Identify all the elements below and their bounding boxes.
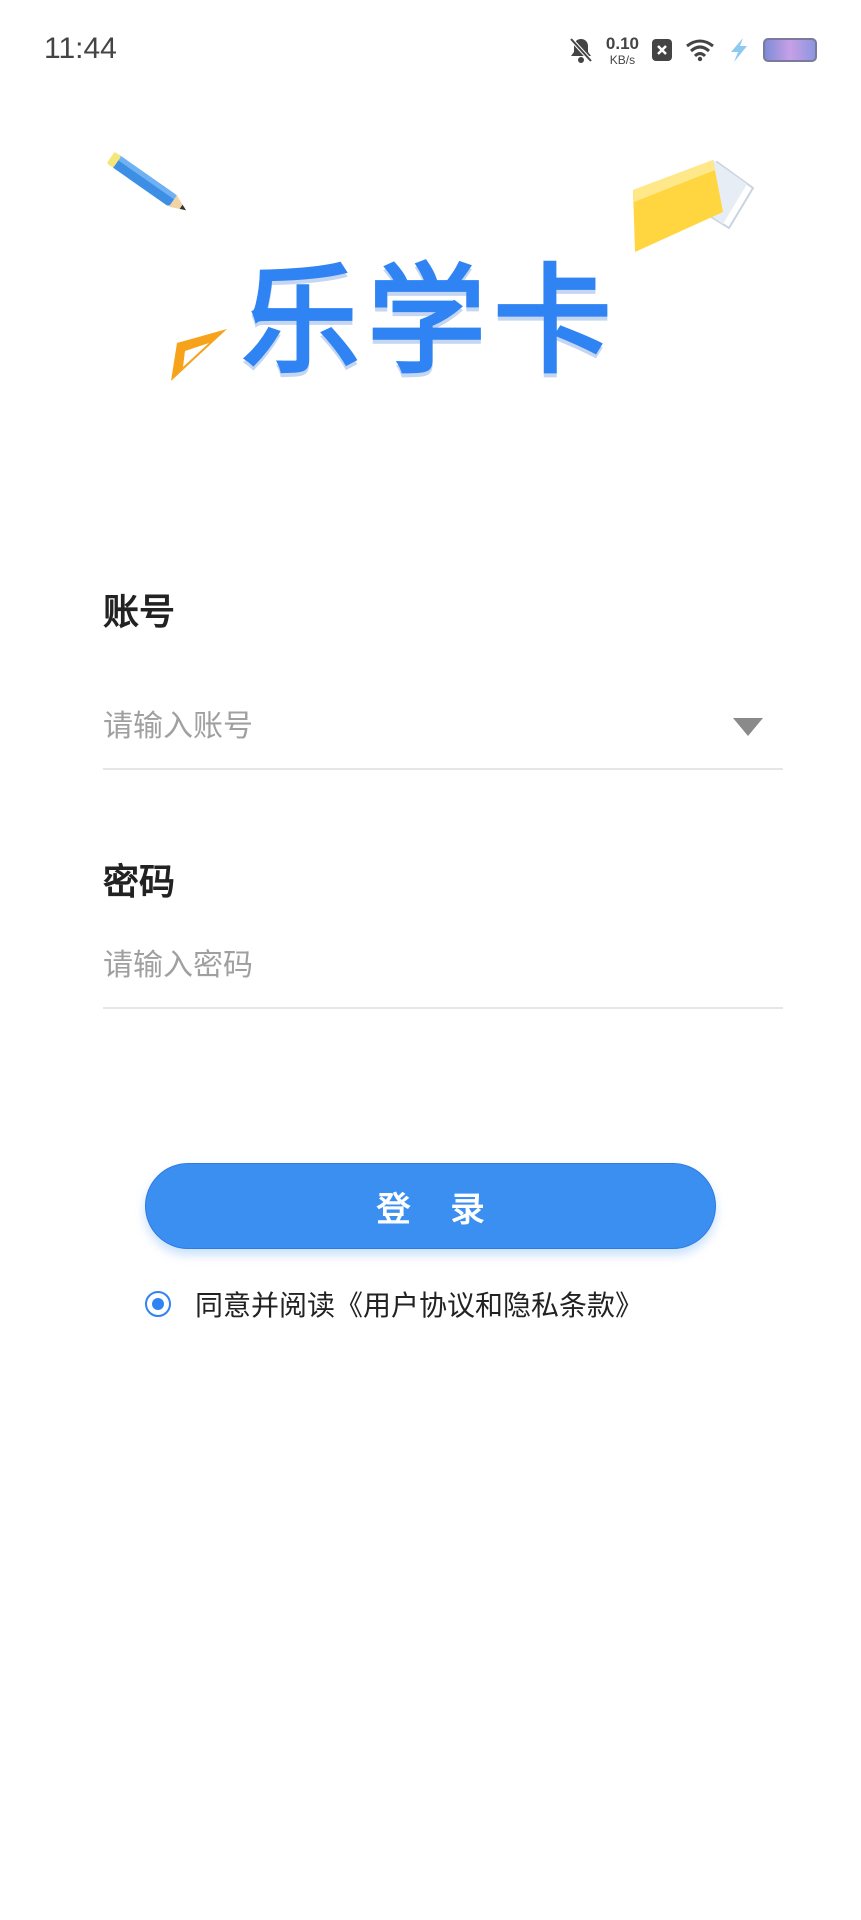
net-speed-value: 0.10 xyxy=(605,33,639,53)
password-label: 密码 xyxy=(103,862,176,903)
account-input[interactable] xyxy=(103,696,703,756)
wifi-icon xyxy=(686,39,714,62)
pencil-icon xyxy=(107,152,187,211)
account-label: 账号 xyxy=(103,592,176,633)
status-icons: 0.10 KB/s xyxy=(568,30,817,70)
net-speed: 0.10 KB/s xyxy=(606,35,639,66)
app-logo-title: 乐学卡 xyxy=(241,252,620,390)
status-time: 11:44 xyxy=(44,32,117,65)
mute-bell-icon xyxy=(569,37,593,63)
agreement-row: 同意并阅读 《用户协议和隐私条款》 xyxy=(145,1286,643,1322)
agreement-link[interactable]: 《用户协议和隐私条款》 xyxy=(335,1284,643,1324)
login-button[interactable]: 登录 xyxy=(145,1163,716,1249)
battery-icon xyxy=(763,38,817,62)
password-field-row xyxy=(103,927,783,1009)
radio-selected-dot xyxy=(152,1298,164,1310)
dropdown-arrow-icon[interactable] xyxy=(731,714,765,740)
agreement-radio[interactable] xyxy=(145,1291,171,1317)
status-bar: 11:44 0.10 KB/s xyxy=(0,0,861,100)
account-field-row xyxy=(103,688,783,770)
logo-area: 乐学卡 xyxy=(0,130,861,400)
charging-bolt-icon xyxy=(731,38,747,62)
net-speed-unit: KB/s xyxy=(609,52,636,67)
password-input[interactable] xyxy=(103,935,703,995)
agreement-prefix: 同意并阅读 xyxy=(195,1289,336,1322)
close-box-icon xyxy=(652,39,672,61)
